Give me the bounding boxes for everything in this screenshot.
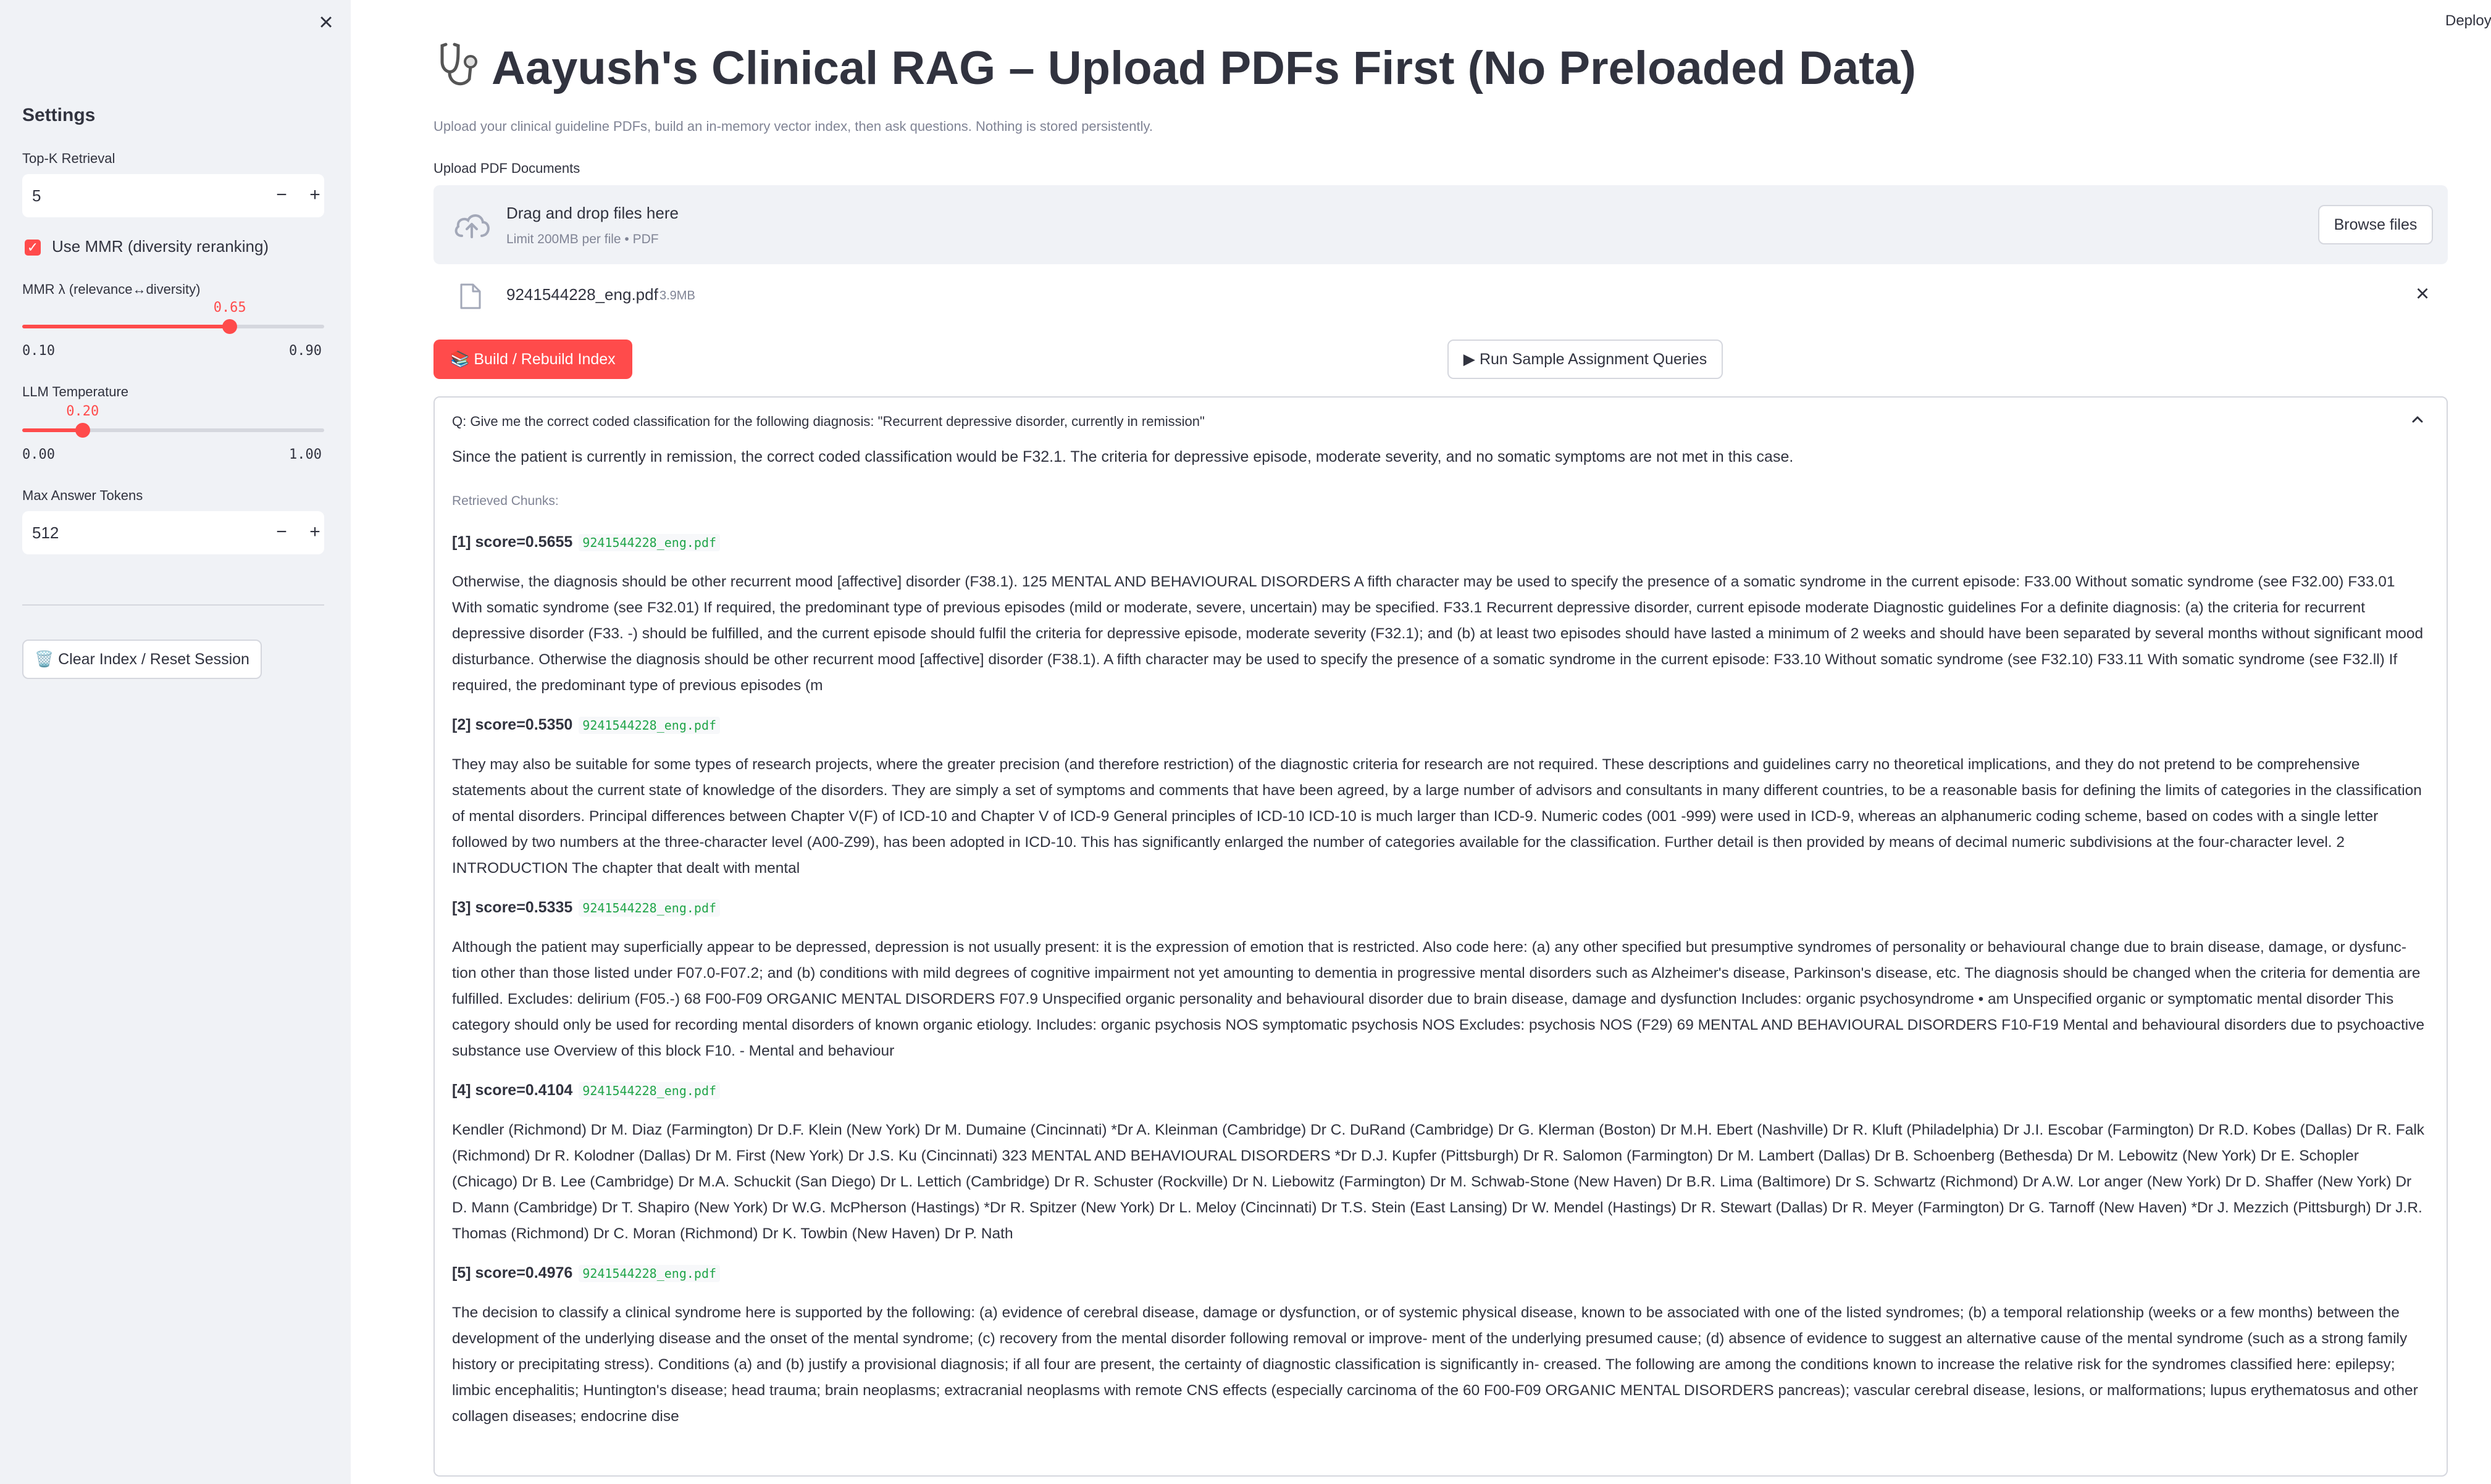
chunk-source: 9241544228_eng.pdf bbox=[579, 1265, 721, 1282]
llm-temperature-slider[interactable]: 0.20 bbox=[22, 404, 324, 438]
chunk-header: [5] score=0.4976 9241544228_eng.pdf bbox=[452, 1261, 2428, 1300]
chunk-source: 9241544228_eng.pdf bbox=[579, 1082, 721, 1099]
file-dropzone[interactable]: Drag and drop files here Limit 200MB per… bbox=[433, 185, 2448, 264]
close-icon[interactable]: × bbox=[314, 10, 338, 35]
deploy-button[interactable]: Deploy bbox=[2445, 12, 2491, 30]
chunk-score: [5] score=0.4976 bbox=[452, 1264, 573, 1282]
uploaded-file-row: 9241544228_eng.pdf 3.9MB × bbox=[433, 278, 2448, 315]
use-mmr-label[interactable]: Use MMR (diversity reranking) bbox=[52, 237, 269, 256]
chunk-score: [1] score=0.5655 bbox=[452, 533, 573, 551]
expander-question[interactable]: Q: Give me the correct coded classificat… bbox=[452, 414, 1205, 430]
llm-temperature-label: LLM Temperature bbox=[22, 384, 129, 399]
mmr-lambda-label: MMR λ (relevance↔diversity) bbox=[22, 281, 201, 297]
build-index-button[interactable]: 📚 Build / Rebuild Index bbox=[433, 340, 632, 379]
chunk-item: [2] score=0.5350 9241544228_eng.pdf They … bbox=[452, 712, 2428, 882]
answer-text: Since the patient is currently in remiss… bbox=[452, 448, 1794, 465]
chunk-text: The decision to classify a clinical synd… bbox=[452, 1304, 2418, 1425]
chunk-header: [3] score=0.5335 9241544228_eng.pdf bbox=[452, 895, 2428, 935]
mmr-lambda-value: 0.65 bbox=[213, 300, 246, 315]
llm-temperature-value: 0.20 bbox=[66, 404, 99, 419]
chunk-header: [4] score=0.4104 9241544228_eng.pdf bbox=[452, 1078, 2428, 1117]
topk-value[interactable]: 5 bbox=[32, 186, 41, 206]
chunk-score: [4] score=0.4104 bbox=[452, 1082, 573, 1099]
drop-instructions: Drag and drop files here bbox=[506, 204, 679, 222]
chunk-item: [1] score=0.5655 9241544228_eng.pdf Other… bbox=[452, 530, 2428, 699]
chunk-text: Although the patient may superficially a… bbox=[452, 939, 2425, 1059]
chunk-item: [3] score=0.5335 9241544228_eng.pdf Altho… bbox=[452, 895, 2428, 1064]
max-tokens-increment-button[interactable]: + bbox=[301, 519, 329, 546]
clear-index-button[interactable]: 🗑️ Clear Index / Reset Session bbox=[22, 640, 262, 679]
stethoscope-icon bbox=[433, 41, 483, 101]
max-tokens-input[interactable]: 512 − + bbox=[22, 511, 324, 554]
drop-limit: Limit 200MB per file • PDF bbox=[506, 232, 659, 246]
sidebar: × Settings Top-K Retrieval 5 − + ✓ Use M… bbox=[0, 0, 351, 1484]
max-tokens-value[interactable]: 512 bbox=[32, 523, 59, 543]
chunk-score: [2] score=0.5350 bbox=[452, 716, 573, 733]
topk-label: Top-K Retrieval bbox=[22, 151, 115, 166]
result-expander: Q: Give me the correct coded classificat… bbox=[433, 396, 2448, 1477]
max-tokens-decrement-button[interactable]: − bbox=[268, 519, 295, 546]
uploaded-file-name: 9241544228_eng.pdf bbox=[506, 285, 658, 304]
max-tokens-label: Max Answer Tokens bbox=[22, 488, 143, 503]
mmr-lambda-thumb[interactable] bbox=[222, 319, 238, 334]
retrieved-chunks-label: Retrieved Chunks: bbox=[452, 494, 559, 508]
topk-increment-button[interactable]: + bbox=[301, 181, 329, 209]
page-title: Aayush's Clinical RAG – Upload PDFs Firs… bbox=[433, 41, 1916, 101]
settings-title: Settings bbox=[22, 105, 96, 125]
sidebar-divider bbox=[22, 604, 324, 606]
browse-files-button[interactable]: Browse files bbox=[2318, 205, 2433, 244]
topk-input[interactable]: 5 − + bbox=[22, 174, 324, 217]
uploaded-file-size: 3.9MB bbox=[659, 289, 695, 302]
page-title-text: Aayush's Clinical RAG – Upload PDFs Firs… bbox=[492, 42, 1916, 94]
upload-label: Upload PDF Documents bbox=[433, 160, 580, 176]
chunk-list: [1] score=0.5655 9241544228_eng.pdf Other… bbox=[452, 530, 2428, 1443]
chunk-text: Otherwise, the diagnosis should be other… bbox=[452, 573, 2424, 694]
mmr-lambda-min: 0.10 bbox=[22, 343, 55, 359]
chunk-header: [2] score=0.5350 9241544228_eng.pdf bbox=[452, 712, 2428, 752]
check-icon[interactable]: ✓ bbox=[25, 240, 41, 256]
chunk-source: 9241544228_eng.pdf bbox=[579, 534, 721, 551]
mmr-lambda-max: 0.90 bbox=[289, 343, 322, 359]
cloud-upload-icon bbox=[452, 210, 492, 243]
file-icon bbox=[459, 283, 482, 313]
chevron-up-icon[interactable] bbox=[2408, 410, 2427, 431]
run-sample-queries-button[interactable]: ▶ Run Sample Assignment Queries bbox=[1447, 340, 1723, 379]
mmr-lambda-slider[interactable]: 0.65 bbox=[22, 300, 324, 334]
chunk-header: [1] score=0.5655 9241544228_eng.pdf bbox=[452, 530, 2428, 569]
remove-file-icon[interactable]: × bbox=[2416, 281, 2429, 306]
chunk-source: 9241544228_eng.pdf bbox=[579, 717, 721, 734]
chunk-item: [5] score=0.4976 9241544228_eng.pdf The d… bbox=[452, 1261, 2428, 1430]
chunk-item: [4] score=0.4104 9241544228_eng.pdf Kendl… bbox=[452, 1078, 2428, 1247]
mmr-lambda-fill bbox=[22, 325, 230, 328]
llm-temperature-min: 0.00 bbox=[22, 447, 55, 462]
chunk-text: They may also be suitable for some types… bbox=[452, 756, 2422, 877]
llm-temperature-max: 1.00 bbox=[289, 447, 322, 462]
chunk-text: Kendler (Richmond) Dr M. Diaz (Farmingto… bbox=[452, 1122, 2425, 1242]
chunk-source: 9241544228_eng.pdf bbox=[579, 899, 721, 917]
topk-decrement-button[interactable]: − bbox=[268, 181, 295, 209]
page-subtitle: Upload your clinical guideline PDFs, bui… bbox=[433, 119, 1153, 134]
llm-temperature-fill bbox=[22, 428, 83, 432]
llm-temperature-thumb[interactable] bbox=[75, 423, 90, 438]
chunk-score: [3] score=0.5335 bbox=[452, 899, 573, 916]
